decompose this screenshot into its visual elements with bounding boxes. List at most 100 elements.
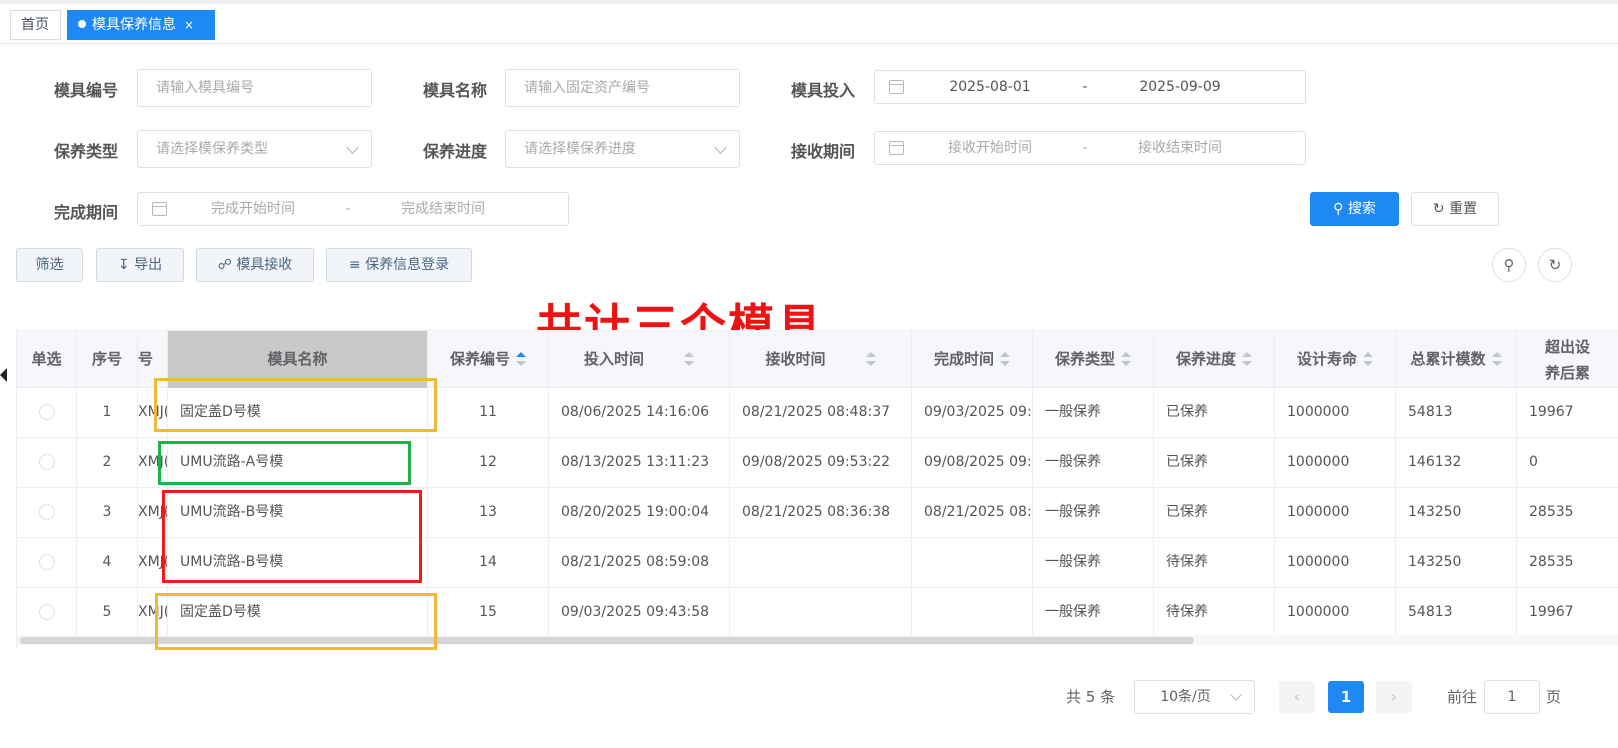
close-icon[interactable]: × bbox=[184, 18, 194, 32]
label-complete-period: 完成期间 bbox=[54, 203, 119, 222]
sort-icon[interactable] bbox=[1000, 352, 1010, 366]
cell-progress: 已保养 bbox=[1154, 488, 1275, 537]
maint-register-button[interactable]: ≡ 保养信息登录 bbox=[326, 248, 472, 282]
sort-icon[interactable] bbox=[684, 352, 694, 366]
col-invest-time[interactable]: 投入时间 bbox=[549, 331, 730, 388]
cell-invest: 08/21/2025 08:59:08 bbox=[549, 538, 730, 587]
label-maint-progress: 保养进度 bbox=[423, 142, 488, 161]
tab-mold-maintenance[interactable]: 模具保养信息 × bbox=[67, 10, 215, 40]
mold-no-input[interactable]: 请输入模具编号 bbox=[137, 69, 372, 107]
export-button[interactable]: ↧ 导出 bbox=[96, 248, 184, 282]
cell-progress: 已保养 bbox=[1154, 438, 1275, 487]
row-radio-cell[interactable] bbox=[17, 588, 77, 637]
col-total-count[interactable]: 总累计模数 bbox=[1396, 331, 1517, 388]
sort-icon[interactable] bbox=[1242, 352, 1252, 366]
col-maint-no[interactable]: 保养编号 bbox=[428, 331, 549, 388]
maint-progress-placeholder: 请选择模保养进度 bbox=[524, 141, 636, 157]
cell-progress: 已保养 bbox=[1154, 388, 1275, 437]
goto-label: 前往 bbox=[1447, 688, 1478, 706]
radio-button[interactable] bbox=[38, 404, 55, 420]
col-total-label: 总累计模数 bbox=[1410, 350, 1486, 368]
label-receive-period: 接收期间 bbox=[791, 142, 856, 161]
cell-mno: 11 bbox=[428, 388, 549, 437]
row-radio-cell[interactable] bbox=[17, 538, 77, 587]
cell-receive: 09/08/2025 09:53:22 bbox=[730, 438, 912, 487]
cell-invest: 09/03/2025 09:43:58 bbox=[549, 588, 730, 637]
invest-date-range[interactable]: 2025-08-01 - 2025-09-09 bbox=[874, 70, 1306, 104]
col-over-label-1: 超出设 bbox=[1544, 338, 1590, 356]
sort-icon[interactable] bbox=[516, 352, 526, 366]
search-toggle-button[interactable]: ⚲ bbox=[1492, 248, 1526, 282]
col-design-life[interactable]: 设计寿命 bbox=[1275, 331, 1396, 388]
col-complete-time[interactable]: 完成时间 bbox=[912, 331, 1033, 388]
chevron-down-icon bbox=[346, 141, 359, 154]
page-1[interactable]: 1 bbox=[1328, 681, 1364, 713]
refresh-button[interactable]: ↻ bbox=[1538, 248, 1572, 282]
refresh-icon: ↻ bbox=[1548, 256, 1562, 274]
filter-button-label: 筛选 bbox=[35, 257, 64, 273]
col-progress-label: 保养进度 bbox=[1175, 350, 1236, 368]
row-radio-cell[interactable] bbox=[17, 438, 77, 487]
label-invest: 模具投入 bbox=[791, 81, 856, 100]
cell-receive bbox=[730, 588, 912, 637]
sort-icon[interactable] bbox=[1363, 352, 1373, 366]
row-radio-cell[interactable] bbox=[17, 488, 77, 537]
page-size-select[interactable]: 10条/页 bbox=[1134, 680, 1255, 714]
mold-receive-label: 模具接收 bbox=[236, 257, 293, 273]
caret-left-icon bbox=[0, 368, 7, 382]
cell-complete: 08/21/2025 08:4 bbox=[912, 488, 1033, 537]
maint-type-select[interactable]: 请选择模保养类型 bbox=[137, 130, 372, 168]
receive-date-range[interactable]: 接收开始时间 - 接收结束时间 bbox=[874, 131, 1306, 165]
row-radio-cell[interactable] bbox=[17, 388, 77, 437]
receive-end[interactable]: 接收结束时间 bbox=[1115, 132, 1245, 164]
radio-button[interactable] bbox=[38, 504, 55, 520]
radio-button[interactable] bbox=[38, 604, 55, 620]
mold-name-input[interactable]: 请输入固定资产编号 bbox=[505, 69, 740, 107]
tab-home[interactable]: 首页 bbox=[10, 10, 61, 40]
complete-date-range[interactable]: 完成开始时间 - 完成结束时间 bbox=[137, 192, 569, 226]
cell-total: 54813 bbox=[1396, 388, 1517, 437]
active-dot-icon bbox=[78, 20, 86, 28]
maint-register-label: 保养信息登录 bbox=[365, 257, 450, 273]
cell-complete bbox=[912, 538, 1033, 587]
search-button[interactable]: ⚲ 搜索 bbox=[1310, 192, 1399, 226]
complete-end[interactable]: 完成结束时间 bbox=[378, 193, 508, 225]
cell-mno: 14 bbox=[428, 538, 549, 587]
cell-life: 1000000 bbox=[1275, 438, 1396, 487]
filter-button[interactable]: 筛选 bbox=[16, 248, 83, 282]
sort-icon[interactable] bbox=[865, 352, 876, 366]
mold-receive-button[interactable]: ☍ 模具接收 bbox=[196, 248, 314, 282]
cell-type: 一般保养 bbox=[1033, 488, 1154, 537]
goto-page-input[interactable]: 1 bbox=[1484, 680, 1540, 714]
col-type-label: 保养类型 bbox=[1054, 350, 1115, 368]
sort-icon[interactable] bbox=[1121, 352, 1131, 366]
invest-start[interactable]: 2025-08-01 bbox=[935, 71, 1045, 103]
complete-start[interactable]: 完成开始时间 bbox=[188, 193, 318, 225]
cell-complete: 09/08/2025 09:5 bbox=[912, 438, 1033, 487]
col-maint-type[interactable]: 保养类型 bbox=[1033, 331, 1154, 388]
cell-mno: 13 bbox=[428, 488, 549, 537]
cell-progress: 待保养 bbox=[1154, 588, 1275, 637]
col-maint-progress[interactable]: 保养进度 bbox=[1154, 331, 1275, 388]
reset-button[interactable]: ↻ 重置 bbox=[1411, 192, 1499, 226]
cell-mno: 15 bbox=[428, 588, 549, 637]
refresh-icon: ↻ bbox=[1432, 201, 1445, 217]
search-icon: ⚲ bbox=[1503, 256, 1515, 274]
next-page-button[interactable]: › bbox=[1376, 681, 1412, 713]
maint-progress-select[interactable]: 请选择模保养进度 bbox=[505, 130, 740, 168]
range-separator: - bbox=[1082, 79, 1088, 95]
cell-complete bbox=[912, 588, 1033, 637]
cell-invest: 08/13/2025 13:11:23 bbox=[549, 438, 730, 487]
cell-over: 19967 bbox=[1517, 588, 1618, 637]
radio-button[interactable] bbox=[38, 554, 55, 570]
invest-end[interactable]: 2025-09-09 bbox=[1125, 71, 1235, 103]
highlight-box-green bbox=[158, 441, 411, 485]
receive-start[interactable]: 接收开始时间 bbox=[925, 132, 1055, 164]
pagination-total: 共 5 条 bbox=[1066, 688, 1116, 706]
sort-icon[interactable] bbox=[1491, 352, 1502, 366]
search-icon: ⚲ bbox=[1333, 201, 1344, 217]
range-separator: - bbox=[345, 201, 351, 217]
radio-button[interactable] bbox=[38, 454, 55, 470]
col-receive-time[interactable]: 接收时间 bbox=[730, 331, 912, 388]
prev-page-button[interactable]: ‹ bbox=[1279, 681, 1315, 713]
